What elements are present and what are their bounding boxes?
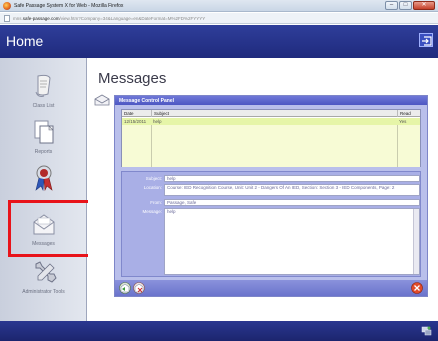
exit-icon[interactable] bbox=[419, 33, 433, 47]
sidebar-item-label: Administrator Tools bbox=[22, 289, 65, 295]
sidebar-item-label: Reports bbox=[34, 149, 53, 155]
page-icon bbox=[4, 15, 10, 22]
cell-date: 12/15/2011 bbox=[124, 119, 147, 124]
panel-title: Message Control Panel bbox=[115, 96, 427, 105]
cell-subject: help bbox=[153, 119, 162, 124]
envelope-icon bbox=[94, 94, 110, 106]
from-label: From: bbox=[150, 200, 162, 205]
table-row[interactable]: 12/15/2011 help Yes bbox=[122, 118, 420, 125]
subject-field[interactable]: help bbox=[164, 175, 420, 182]
close-window-button[interactable]: ✕ bbox=[413, 1, 435, 10]
network-icon[interactable] bbox=[420, 325, 432, 337]
address-bar[interactable]: mns.safe-passage.com/view.htm?Company=34… bbox=[0, 13, 438, 24]
messages-highlight-box bbox=[8, 200, 93, 257]
firefox-icon bbox=[3, 2, 11, 10]
message-control-panel: Message Control Panel Date Subject Read … bbox=[114, 95, 428, 297]
app-header: Home bbox=[0, 25, 438, 58]
sidebar-item-reports[interactable]: Reports bbox=[0, 114, 87, 164]
table-header: Date Subject Read bbox=[122, 110, 420, 117]
window-title: Safe Passage System X for Web - Mozilla … bbox=[14, 3, 124, 9]
documents-icon bbox=[34, 120, 54, 144]
message-label: Message: bbox=[142, 209, 162, 214]
table-body: 12/15/2011 help Yes bbox=[122, 118, 420, 167]
message-body-field[interactable]: help bbox=[164, 208, 420, 275]
scroll-icon bbox=[35, 74, 51, 97]
app-title: Home bbox=[6, 33, 44, 49]
sidebar-item-label: Class List bbox=[32, 103, 55, 109]
close-panel-icon[interactable] bbox=[411, 282, 423, 294]
message-body-text: help bbox=[167, 209, 176, 214]
maximize-button[interactable]: □ bbox=[399, 1, 412, 10]
location-label: Location: bbox=[143, 185, 162, 190]
subject-label: Subject: bbox=[145, 176, 162, 181]
sidebar-item-class-list[interactable]: Class List bbox=[0, 68, 87, 118]
url-text[interactable]: mns.safe-passage.com/view.htm?Company=34… bbox=[13, 16, 205, 21]
message-scrollbar[interactable] bbox=[413, 209, 419, 274]
from-field[interactable]: Passage, Safe bbox=[164, 199, 420, 206]
wrench-icon bbox=[35, 261, 57, 283]
location-field[interactable]: Course: IED Recognition Course, Unit: Un… bbox=[164, 184, 420, 196]
panel-toolbar bbox=[115, 280, 427, 296]
minimize-button[interactable]: – bbox=[385, 1, 398, 10]
column-header-subject[interactable]: Subject bbox=[151, 110, 397, 117]
bottom-bar bbox=[0, 321, 438, 341]
delete-envelope-icon[interactable] bbox=[133, 282, 145, 294]
main-content: Messages Message Control Panel Date Subj… bbox=[88, 58, 438, 321]
ribbon-badge-icon bbox=[35, 165, 53, 192]
browser-titlebar: Safe Passage System X for Web - Mozilla … bbox=[0, 0, 438, 12]
message-detail: Subject: help Location: Course: IED Reco… bbox=[121, 171, 421, 277]
sidebar-item-administrator-tools[interactable]: Administrator Tools bbox=[0, 254, 87, 304]
messages-table: Date Subject Read 12/15/2011 help Yes bbox=[121, 109, 421, 167]
sidebar: Class List Reports Messages Administrato… bbox=[0, 58, 87, 321]
cell-read: Yes bbox=[399, 119, 407, 124]
reply-envelope-icon[interactable] bbox=[119, 282, 131, 294]
column-header-read[interactable]: Read bbox=[397, 110, 420, 117]
page-title: Messages bbox=[98, 70, 167, 87]
column-header-date[interactable]: Date bbox=[122, 110, 150, 117]
